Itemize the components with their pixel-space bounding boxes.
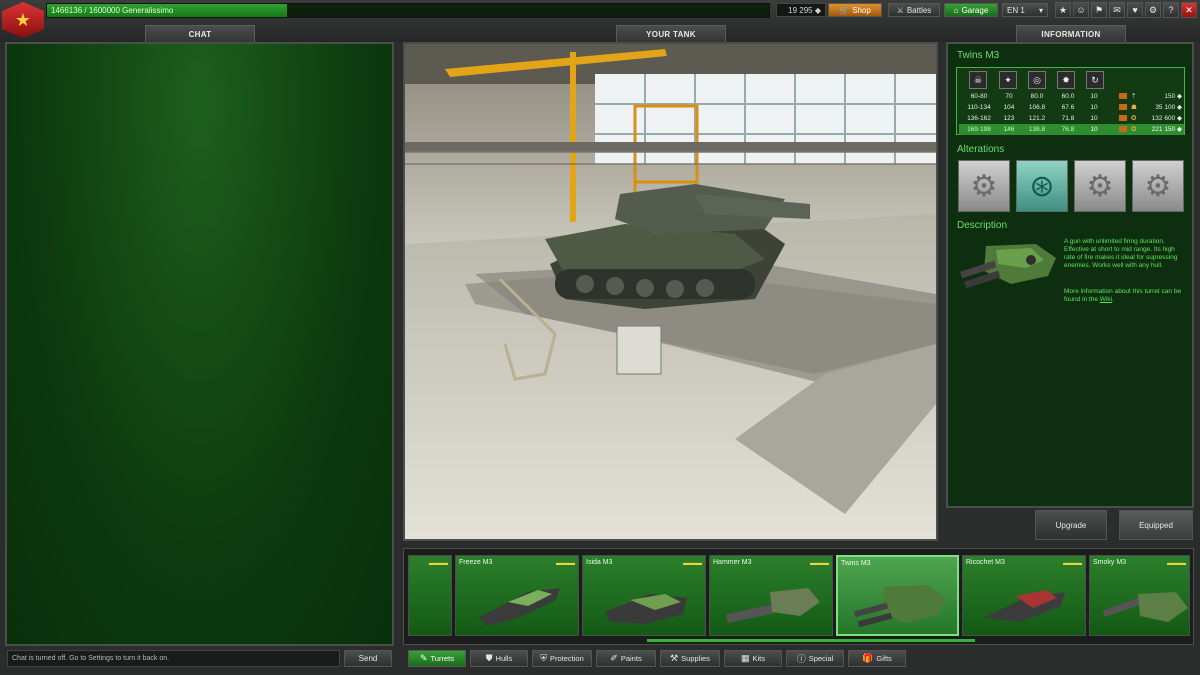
description-text: A gun with unlimited firing duration. Ef… bbox=[1064, 238, 1178, 269]
rank-badge-icon bbox=[1119, 126, 1127, 132]
rank-badge-icon bbox=[1119, 104, 1127, 110]
more-info-line: More information about this turret can b… bbox=[1064, 288, 1182, 303]
turret-image bbox=[605, 594, 687, 624]
item-card-smoky[interactable]: Smoky M3 ▬▬▬ bbox=[1089, 555, 1190, 636]
upgrade-level-indicator: ▬▬▬ bbox=[429, 560, 448, 567]
alteration-slot-triskelion-icon[interactable]: ⊛ bbox=[1016, 160, 1068, 212]
upgrade-level-indicator: ▬▬▬ bbox=[556, 560, 575, 567]
equipped-button[interactable]: Equipped bbox=[1119, 510, 1193, 540]
hull-icon: ⛊ bbox=[485, 653, 493, 663]
table-row: 136-162 123 121.2 71.8 10 ✪ 132 600 ◆ bbox=[967, 115, 1182, 122]
item-card-freeze[interactable]: Freeze M3 ▬▬▬ bbox=[455, 555, 579, 636]
tab-paints[interactable]: ✐ Paints bbox=[596, 650, 656, 667]
achievements-icon[interactable]: ★ bbox=[1055, 2, 1071, 18]
item-card-ricochet[interactable]: Ricochet M3 ▬▬▬ bbox=[962, 555, 1086, 636]
tab-supplies[interactable]: ⚒ Supplies bbox=[660, 650, 720, 667]
turret-image bbox=[478, 588, 560, 626]
item-card-twins[interactable]: Twins M3 bbox=[836, 555, 959, 636]
rank-icon: ⇡ bbox=[1131, 93, 1137, 100]
description-title: Description bbox=[957, 220, 1008, 231]
turret-image bbox=[853, 585, 946, 628]
upgrade-level-indicator: ▬▬▬ bbox=[1167, 560, 1186, 567]
upgrade-level-indicator: ▬▬▬ bbox=[683, 560, 702, 567]
item-card-hammer[interactable]: Hammer M3 ▬▬▬ bbox=[709, 555, 833, 636]
upgrade-level-indicator: ▬▬▬ bbox=[1063, 560, 1082, 567]
wiki-link[interactable]: Wiki bbox=[1100, 296, 1112, 303]
rotation-speed-icon: ↻ bbox=[1086, 71, 1104, 89]
upgrade-level-indicator: ▬▬▬ bbox=[810, 560, 829, 567]
wrench-icon: ⚒ bbox=[670, 653, 679, 663]
cart-icon: 🛒 bbox=[839, 5, 850, 15]
experience-text: 1466136 / 1600000 Generalissimo bbox=[51, 6, 174, 15]
rank-badge-icon bbox=[1119, 93, 1127, 99]
battles-icon: ⚔ bbox=[896, 5, 904, 15]
chevron-down-icon: ▾ bbox=[1038, 5, 1043, 15]
rank-badge-icon bbox=[1119, 115, 1127, 121]
language-select[interactable]: EN 1 ▾ bbox=[1002, 3, 1048, 17]
item-card-isida[interactable]: Isida M3 ▬▬▬ bbox=[582, 555, 706, 636]
friends-icon[interactable]: ☺ bbox=[1073, 2, 1089, 18]
rank-icon: ☗ bbox=[1131, 104, 1137, 111]
experience-bar: 1466136 / 1600000 Generalissimo bbox=[46, 3, 770, 18]
item-card-partial[interactable]: ▬▬▬ bbox=[408, 555, 452, 636]
tab-your-tank: YOUR TANK bbox=[616, 25, 726, 42]
tab-turrets[interactable]: ✎ Turrets bbox=[408, 650, 466, 667]
turret-image bbox=[725, 588, 820, 624]
notifications-icon[interactable]: ✉ bbox=[1109, 2, 1125, 18]
tab-kits[interactable]: ▦ Kits bbox=[724, 650, 782, 667]
garage-button[interactable]: ⌂ Garage bbox=[944, 3, 998, 17]
shield-icon: ⛨ bbox=[540, 653, 547, 663]
range-icon: ◎ bbox=[1028, 71, 1046, 89]
shop-button[interactable]: 🛒 Shop bbox=[828, 3, 882, 17]
turret-icon: ✎ bbox=[419, 653, 428, 663]
alteration-slot-gear-icon[interactable]: ⚙ bbox=[1074, 160, 1126, 212]
tab-protection[interactable]: ⛨ Protection bbox=[532, 650, 592, 667]
tab-information: INFORMATION bbox=[1016, 25, 1126, 42]
fire-rate-icon: ✦ bbox=[999, 71, 1017, 89]
chat-input[interactable]: Chat is turned off. Go to Settings to tu… bbox=[7, 650, 340, 667]
alterations-title: Alterations bbox=[957, 144, 1005, 155]
tab-special[interactable]: ⓘ Special bbox=[786, 650, 844, 667]
alteration-slot-gear-icon[interactable]: ⚙ bbox=[1132, 160, 1184, 212]
tab-gifts[interactable]: 🎁 Gifts bbox=[848, 650, 906, 667]
item-title: Twins M3 bbox=[957, 50, 1000, 61]
rank-icon: ✪ bbox=[1131, 115, 1137, 122]
special-icon: ⓘ bbox=[796, 654, 806, 664]
garage-scene-image bbox=[405, 44, 936, 539]
table-row: 60-80 70 80.0 60.0 10 ⇡ 150 ◆ bbox=[970, 93, 1182, 100]
impact-force-icon: ✸ bbox=[1057, 71, 1075, 89]
turret-image bbox=[983, 590, 1065, 622]
tank-preview[interactable] bbox=[403, 42, 938, 541]
upgrade-button[interactable]: Upgrade bbox=[1035, 510, 1107, 540]
chat-panel bbox=[5, 42, 394, 646]
clan-icon[interactable]: ⚑ bbox=[1091, 2, 1107, 18]
help-icon[interactable]: ? bbox=[1163, 2, 1179, 18]
send-button[interactable]: Send bbox=[344, 650, 392, 667]
garage-icon: ⌂ bbox=[953, 5, 959, 15]
alteration-slot-gear-icon[interactable]: ⚙ bbox=[958, 160, 1010, 212]
tab-chat: CHAT bbox=[145, 25, 255, 42]
table-row: 110-134 104 106.8 67.6 10 ☗ 35 100 ◆ bbox=[967, 104, 1182, 111]
gift-icon: 🎁 bbox=[862, 653, 874, 663]
carousel-scrollbar[interactable] bbox=[647, 639, 975, 642]
tab-hulls[interactable]: ⛊ Hulls bbox=[470, 650, 528, 667]
referral-icon[interactable]: ♥ bbox=[1127, 2, 1143, 18]
upgrade-stats-table: ☠ ✦ ◎ ✸ ↻ 60-80 70 80.0 60.0 10 ⇡ 150 ◆ … bbox=[956, 67, 1185, 135]
rank-icon: ✪ bbox=[1131, 126, 1137, 133]
damage-icon: ☠ bbox=[969, 71, 987, 89]
battles-button[interactable]: ⚔ Battles bbox=[888, 3, 940, 17]
turret-preview-image bbox=[959, 244, 1056, 289]
close-icon[interactable]: ✕ bbox=[1181, 2, 1197, 18]
kit-icon: ▦ bbox=[740, 653, 750, 663]
turret-image bbox=[1102, 592, 1188, 622]
settings-icon[interactable]: ⚙ bbox=[1145, 2, 1161, 18]
crystal-balance: 19 295 ◆ bbox=[776, 3, 826, 17]
brush-icon: ✐ bbox=[610, 653, 618, 663]
table-row-selected: 169-198 146 138.8 76.8 10 ✪ 221 150 ◆ bbox=[959, 124, 1184, 135]
